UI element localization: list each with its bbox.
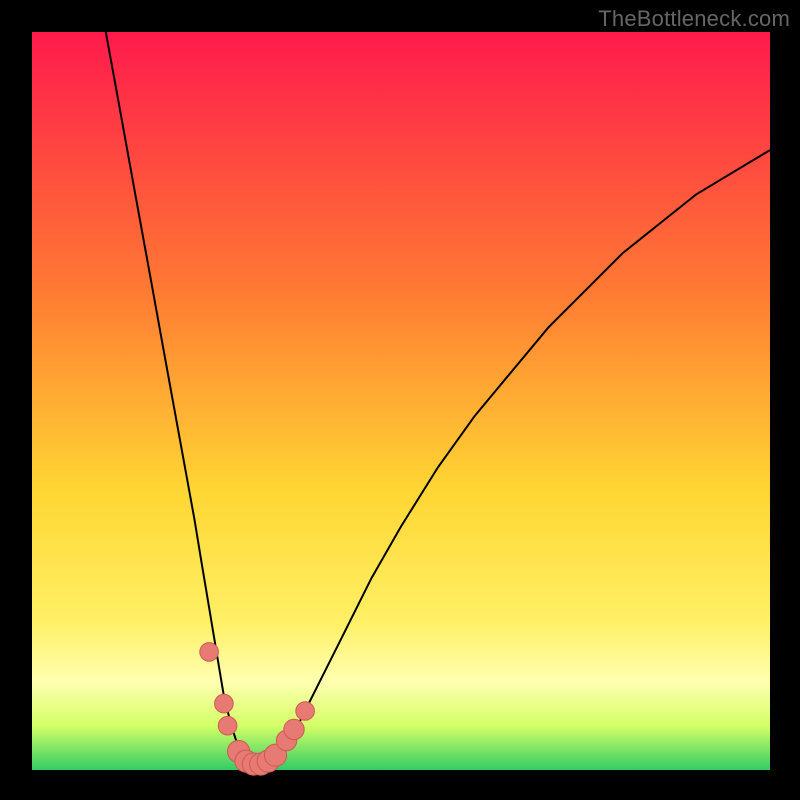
plot-area: [32, 32, 770, 770]
curve-marker: [218, 716, 237, 735]
chart-container: TheBottleneck.com: [0, 0, 800, 800]
curve-marker: [284, 719, 304, 739]
watermark-text: TheBottleneck.com: [598, 6, 790, 32]
curve-marker: [296, 702, 315, 721]
curve-marker: [215, 694, 234, 713]
bottleneck-chart: [0, 0, 800, 800]
curve-marker: [200, 643, 219, 662]
